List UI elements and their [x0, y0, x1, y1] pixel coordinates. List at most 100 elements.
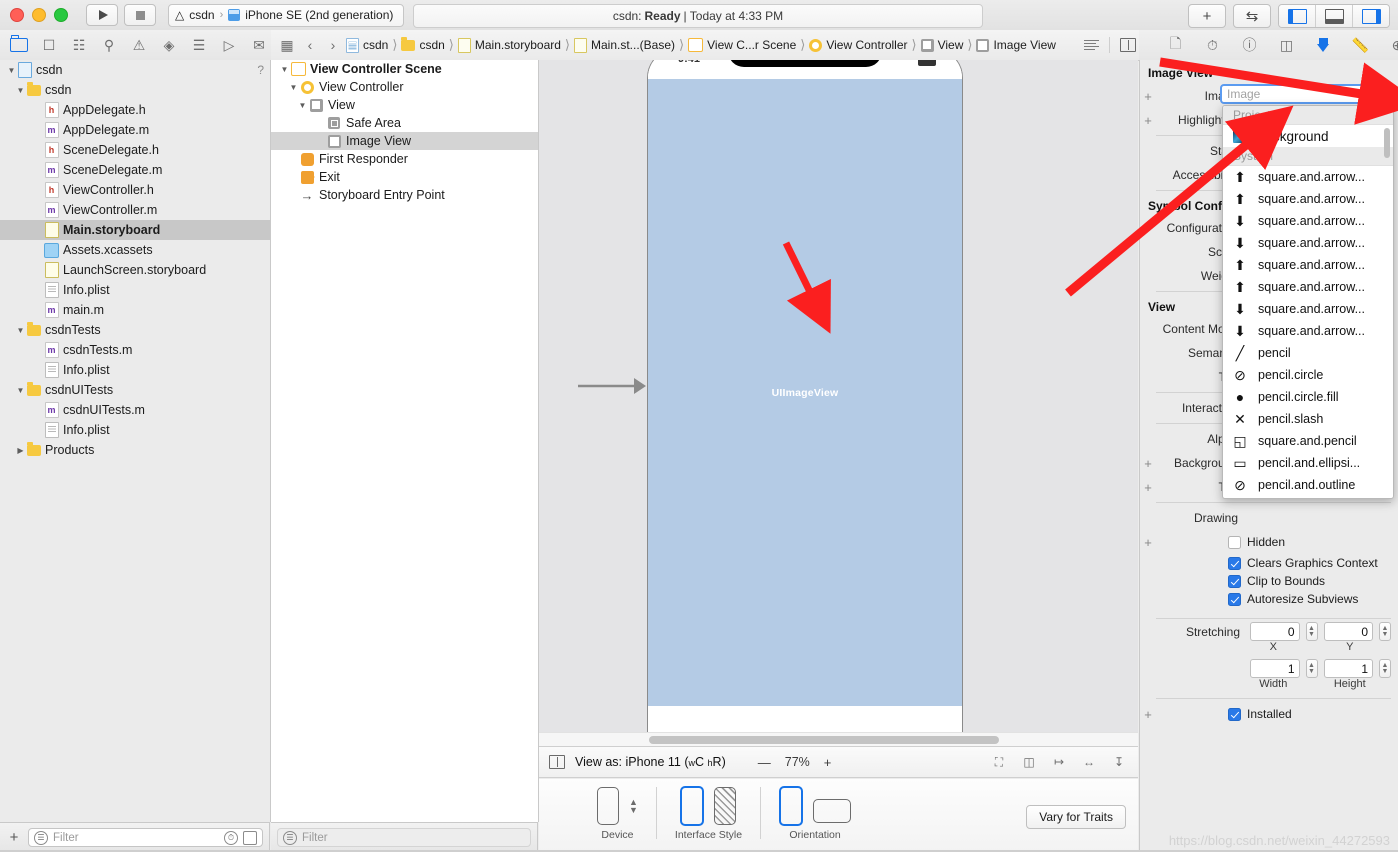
- outline-item-image-view[interactable]: Image View: [271, 132, 538, 150]
- dropdown-item-13[interactable]: ◱square.and.pencil: [1223, 430, 1393, 452]
- checkbox-clip-to-bounds[interactable]: Clip to Bounds: [1140, 572, 1398, 590]
- outline-item-exit[interactable]: Exit: [271, 168, 538, 186]
- chevron-down-icon[interactable]: ▼: [1369, 86, 1389, 102]
- zoom-button[interactable]: [54, 8, 68, 22]
- scroll-thumb[interactable]: [649, 736, 999, 744]
- dropdown-item-9[interactable]: ╱pencil: [1223, 342, 1393, 364]
- iphone-icon[interactable]: [597, 787, 619, 825]
- zoom-in-button[interactable]: +: [824, 755, 832, 770]
- navigator-item-viewcontroller-m[interactable]: mViewController.m: [0, 200, 270, 220]
- clip-to-bounds-checkbox[interactable]: [1228, 575, 1241, 588]
- breadcrumb-7[interactable]: Image View: [976, 38, 1055, 52]
- dropdown-item-12[interactable]: ✕pencil.slash: [1223, 408, 1393, 430]
- document-outline[interactable]: View Controller SceneView ControllerView…: [271, 60, 539, 822]
- update-frames-icon[interactable]: ⛶: [990, 755, 1008, 770]
- toggle-outline-icon[interactable]: [549, 755, 565, 769]
- toggle-inspector-button[interactable]: [1353, 5, 1389, 27]
- navigator-item-scenedelegate-h[interactable]: hSceneDelegate.h: [0, 140, 270, 160]
- outline-item-view-controller[interactable]: View Controller: [271, 78, 538, 96]
- dropdown-item-5[interactable]: ⬆square.and.arrow...: [1223, 254, 1393, 276]
- dropdown-item-1[interactable]: ⬆square.and.arrow...: [1223, 166, 1393, 188]
- vary-for-traits-button[interactable]: Vary for Traits: [1026, 805, 1126, 829]
- symbol-navigator-tab[interactable]: ☷: [69, 35, 89, 55]
- related-items-button[interactable]: ▦: [277, 35, 297, 55]
- zoom-out-button[interactable]: —: [758, 755, 771, 770]
- add-variation-icon[interactable]: +: [1140, 113, 1156, 128]
- forward-button[interactable]: ›: [323, 35, 343, 55]
- navigator-item-assets-xcassets[interactable]: Assets.xcassets: [0, 240, 270, 260]
- document-outline-icon[interactable]: [1084, 40, 1099, 51]
- breadcrumb-3[interactable]: Main.st...(Base): [574, 38, 675, 53]
- outline-item-safe-area[interactable]: Safe Area: [271, 114, 538, 132]
- resolve-issues-icon[interactable]: ↧: [1110, 755, 1128, 770]
- dropdown-item-10[interactable]: ⊘pencil.circle: [1223, 364, 1393, 386]
- outline-item-storyboard-entry-point[interactable]: →Storyboard Entry Point: [271, 186, 538, 204]
- breadcrumb-2[interactable]: Main.storyboard: [458, 38, 561, 53]
- navigator-item-appdelegate-h[interactable]: hAppDelegate.h: [0, 100, 270, 120]
- add-variation-icon[interactable]: +: [1140, 707, 1156, 722]
- image-dropdown-popup[interactable]: Project background System ⬆square.and.ar…: [1222, 105, 1394, 499]
- dropdown-item-11[interactable]: ●pencil.circle.fill: [1223, 386, 1393, 408]
- swap-editor-button[interactable]: ⇆: [1233, 4, 1271, 28]
- navigator-item-info-plist[interactable]: Info.plist: [0, 420, 270, 440]
- file-inspector-tab[interactable]: 🗋: [1167, 36, 1185, 54]
- image-combo-box[interactable]: Image ▼: [1220, 84, 1392, 104]
- navigator-item-csdntests[interactable]: csdnTests: [0, 320, 270, 340]
- navigator-item-viewcontroller-h[interactable]: hViewController.h: [0, 180, 270, 200]
- run-button[interactable]: [86, 4, 118, 26]
- image-view-element[interactable]: UIImageView: [648, 79, 962, 706]
- attributes-inspector-tab[interactable]: [1315, 36, 1333, 54]
- outline-item-view-controller-scene[interactable]: View Controller Scene: [271, 60, 538, 78]
- navigator-item-csdn[interactable]: csdn: [0, 80, 270, 100]
- portrait-icon[interactable]: [779, 786, 803, 826]
- breakpoint-navigator-tab[interactable]: ▷: [219, 35, 239, 55]
- canvas-horizontal-scrollbar[interactable]: [539, 732, 1138, 747]
- orientation-group[interactable]: Orientation: [761, 785, 869, 841]
- dropdown-scrollbar[interactable]: [1384, 128, 1390, 158]
- stretching-width-stepper[interactable]: ▲▼: [1306, 659, 1318, 678]
- connections-inspector-tab[interactable]: ⊕: [1389, 36, 1398, 54]
- back-button[interactable]: ‹: [300, 35, 320, 55]
- disclosure-triangle-icon[interactable]: [15, 446, 26, 455]
- navigator-item-launchscreen-storyboard[interactable]: LaunchScreen.storyboard: [0, 260, 270, 280]
- navigator-item-products[interactable]: Products: [0, 440, 270, 460]
- embed-in-icon[interactable]: ◫: [1020, 755, 1038, 770]
- disclosure-triangle-icon[interactable]: [297, 101, 308, 110]
- size-inspector-tab[interactable]: 📏: [1352, 36, 1370, 54]
- breadcrumb-4[interactable]: View C...r Scene: [688, 38, 796, 52]
- stretching-y-field[interactable]: 0: [1324, 622, 1374, 641]
- navigator-item-csdn[interactable]: csdn?: [0, 60, 270, 80]
- checkbox-hidden[interactable]: Hidden: [1156, 533, 1285, 551]
- assistant-editor-icon[interactable]: [1120, 38, 1136, 52]
- quick-help-inspector-tab[interactable]: ⓘ: [1241, 36, 1259, 54]
- recent-files-icon[interactable]: ⏱: [224, 831, 238, 845]
- stop-button[interactable]: [124, 4, 156, 26]
- outline-filter-field[interactable]: ☰ Filter: [277, 828, 531, 847]
- dropdown-item-2[interactable]: ⬆square.and.arrow...: [1223, 188, 1393, 210]
- disclosure-triangle-icon[interactable]: [15, 386, 26, 395]
- dropdown-item-background[interactable]: background: [1223, 125, 1393, 147]
- debug-navigator-tab[interactable]: ☰: [189, 35, 209, 55]
- navigator-item-scenedelegate-m[interactable]: mSceneDelegate.m: [0, 160, 270, 180]
- dropdown-item-8[interactable]: ⬇square.and.arrow...: [1223, 320, 1393, 342]
- dropdown-item-15[interactable]: ⊘pencil.and.outline: [1223, 474, 1393, 496]
- interface-style-group[interactable]: Interface Style: [657, 785, 760, 841]
- navigator-item-info-plist[interactable]: Info.plist: [0, 280, 270, 300]
- breadcrumb-0[interactable]: csdn: [346, 38, 388, 53]
- add-variation-icon[interactable]: +: [1140, 480, 1156, 495]
- navigator-filter-field[interactable]: ☰ Filter ⏱: [28, 828, 263, 847]
- stretching-x-stepper[interactable]: ▲▼: [1306, 622, 1318, 641]
- add-constraints-icon[interactable]: ↔: [1080, 755, 1098, 770]
- close-button[interactable]: [10, 8, 24, 22]
- minimize-button[interactable]: [32, 8, 46, 22]
- breadcrumb-5[interactable]: View Controller: [809, 38, 907, 52]
- navigator-item-appdelegate-m[interactable]: mAppDelegate.m: [0, 120, 270, 140]
- navigator-item-csdnuitests-m[interactable]: mcsdnUITests.m: [0, 400, 270, 420]
- outline-item-first-responder[interactable]: First Responder: [271, 150, 538, 168]
- zoom-level-label[interactable]: 77%: [785, 755, 810, 769]
- device-stepper[interactable]: ▲▼: [629, 799, 638, 814]
- outline-item-view[interactable]: View: [271, 96, 538, 114]
- stretching-width-field[interactable]: 1: [1250, 659, 1300, 678]
- add-variation-icon[interactable]: +: [1140, 456, 1156, 471]
- help-icon[interactable]: ?: [257, 63, 264, 77]
